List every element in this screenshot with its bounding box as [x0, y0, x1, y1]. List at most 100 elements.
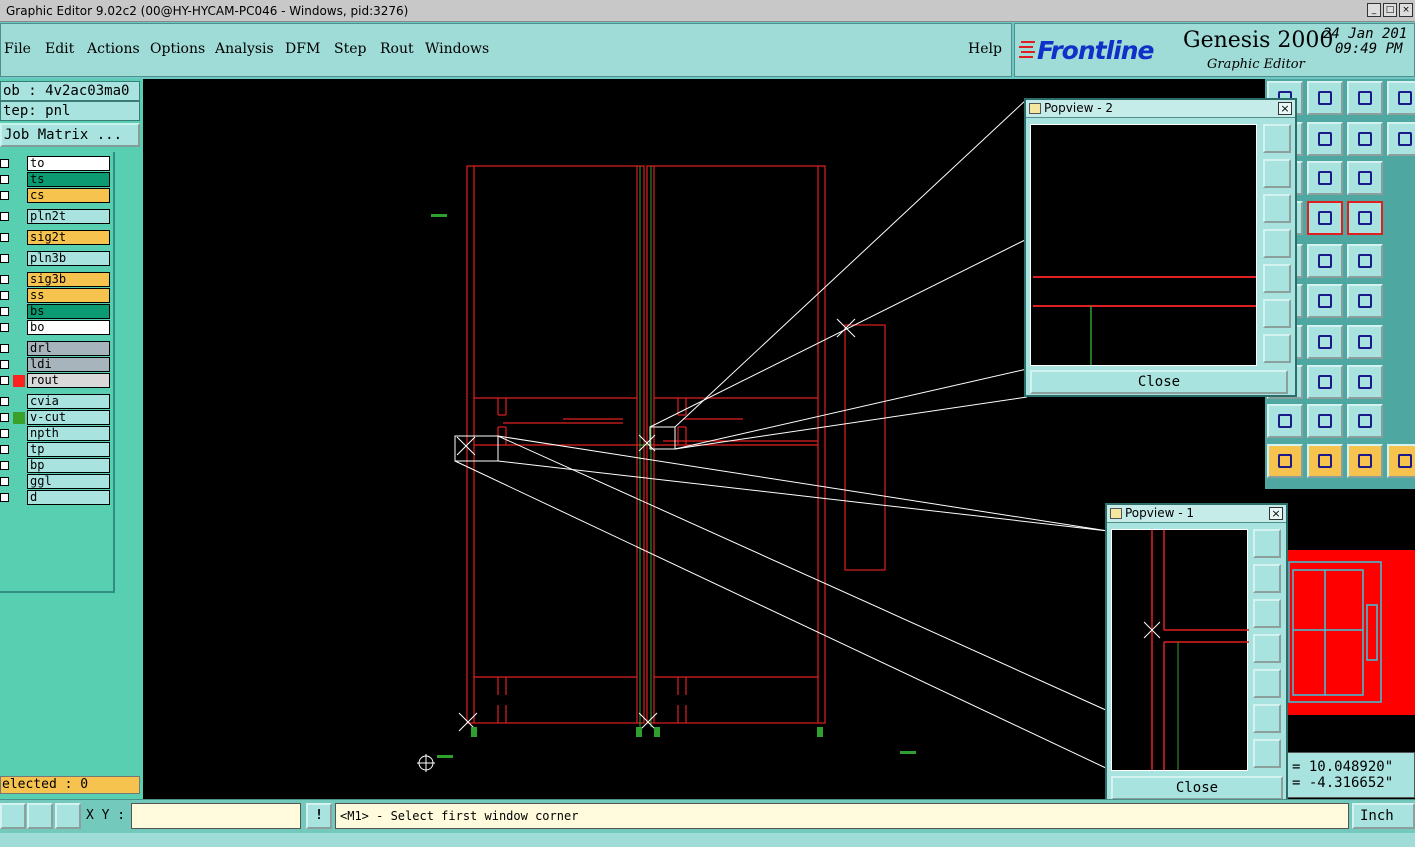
measure-icon[interactable] [27, 803, 53, 829]
layer-checkbox[interactable] [0, 493, 9, 502]
layer-row[interactable]: bo [0, 320, 112, 335]
layer-name[interactable]: d [27, 490, 110, 505]
layer-checkbox[interactable] [0, 429, 9, 438]
redo-icon[interactable] [1307, 122, 1343, 156]
layer-color-swatch[interactable] [13, 253, 25, 265]
ratio-icon[interactable] [1307, 161, 1343, 195]
triangle-3-icon[interactable] [1347, 404, 1383, 438]
layer-name[interactable]: cs [27, 188, 110, 203]
window-menu-icon[interactable] [1029, 103, 1041, 114]
layer-row[interactable]: bs [0, 304, 112, 319]
layer-checkbox[interactable] [0, 344, 9, 353]
layer-checkbox[interactable] [0, 307, 9, 316]
menu-step[interactable]: Step [334, 41, 366, 57]
popview-2-screen[interactable] [1030, 124, 1257, 366]
layer-color-swatch[interactable] [13, 343, 25, 355]
popview-1-window[interactable]: Popview - 1 × Close [1105, 503, 1288, 802]
popview-2-zoom-pan-icon[interactable] [1263, 334, 1291, 363]
pointer-icon[interactable] [1267, 444, 1303, 478]
layer-row[interactable]: tp [0, 442, 112, 457]
popview-2-zoom-left-icon[interactable] [1263, 229, 1291, 258]
menu-rout[interactable]: Rout [380, 41, 414, 57]
layer-name[interactable]: cvia [27, 394, 110, 409]
layer-row[interactable]: pln3b [0, 251, 112, 266]
layer-color-swatch[interactable] [13, 412, 25, 424]
menu-analysis[interactable]: Analysis [215, 41, 274, 57]
layer-row[interactable]: ggl [0, 474, 112, 489]
layer-row[interactable]: ss [0, 288, 112, 303]
job-matrix-button[interactable]: Job Matrix ... [0, 123, 140, 147]
layer-checkbox[interactable] [0, 323, 9, 332]
popview-1-close-button[interactable]: Close [1111, 776, 1283, 800]
ruler-icon[interactable] [1307, 244, 1343, 278]
popview-1-zoom-home-icon[interactable] [1253, 564, 1281, 593]
popview-1-zoom-in-icon[interactable] [1253, 529, 1281, 558]
layer-row[interactable]: sig2t [0, 230, 112, 245]
popview-2-title-bar[interactable]: Popview - 2 × [1026, 100, 1295, 118]
layer-row[interactable]: ldi [0, 357, 112, 372]
popview-2-window[interactable]: Popview - 2 × Close [1024, 98, 1297, 397]
layer-name[interactable]: bp [27, 458, 110, 473]
layer-row[interactable]: bp [0, 458, 112, 473]
minimize-icon[interactable]: _ [1367, 3, 1381, 17]
layer-name[interactable]: rout [27, 373, 110, 388]
line-endpoint-icon[interactable] [1307, 284, 1343, 318]
pointer-4-icon[interactable] [1387, 444, 1415, 478]
layer-name[interactable]: ss [27, 288, 110, 303]
layer-color-swatch[interactable] [13, 428, 25, 440]
triangle-icon[interactable] [1267, 404, 1303, 438]
close-icon[interactable]: × [1399, 3, 1413, 17]
layer-color-swatch[interactable] [13, 274, 25, 286]
help-icon[interactable] [1347, 161, 1383, 195]
xy-input[interactable] [131, 803, 301, 829]
home-icon[interactable] [1347, 81, 1383, 115]
popview-1-title-bar[interactable]: Popview - 1 × [1107, 505, 1286, 523]
popview-2-zoom-right-icon[interactable] [1263, 264, 1291, 293]
grid-snap-icon[interactable] [55, 803, 81, 829]
layer-checkbox[interactable] [0, 191, 9, 200]
layer-name[interactable]: bo [27, 320, 110, 335]
popview-1-close-icon[interactable]: × [1269, 507, 1283, 520]
layer-row[interactable]: cvia [0, 394, 112, 409]
menu-file[interactable]: File [4, 41, 31, 57]
layer-color-swatch[interactable] [13, 359, 25, 371]
layer-name[interactable]: tp [27, 442, 110, 457]
popview-1-zoom-pan-icon[interactable] [1253, 739, 1281, 768]
menu-help[interactable]: Help [968, 41, 1002, 57]
layer-name[interactable]: pln3b [27, 251, 110, 266]
layer-color-swatch[interactable] [13, 290, 25, 302]
window-menu-icon[interactable] [1110, 508, 1122, 519]
layer-color-swatch[interactable] [13, 211, 25, 223]
layer-row[interactable]: to [0, 156, 112, 171]
layer-row[interactable]: rout [0, 373, 112, 388]
popview-2-zoom-down-icon[interactable] [1263, 194, 1291, 223]
popview-1-zoom-right-icon[interactable] [1253, 669, 1281, 698]
layer-checkbox[interactable] [0, 275, 9, 284]
snapshot-icon[interactable] [1307, 81, 1343, 115]
layer-color-swatch[interactable] [13, 158, 25, 170]
layer-row[interactable]: d [0, 490, 112, 505]
layer-checkbox[interactable] [0, 413, 9, 422]
layer-color-swatch[interactable] [13, 444, 25, 456]
layer-name[interactable]: ts [27, 172, 110, 187]
layer-row[interactable]: v-cut [0, 410, 112, 425]
layer-name[interactable]: bs [27, 304, 110, 319]
layer-name[interactable]: to [27, 156, 110, 171]
layer-row[interactable]: sig3b [0, 272, 112, 287]
popview-2-close-button[interactable]: Close [1030, 370, 1288, 394]
layer-color-swatch[interactable] [13, 476, 25, 488]
transform-icon[interactable] [1307, 365, 1343, 399]
layer-checkbox[interactable] [0, 212, 9, 221]
menu-options[interactable]: Options [150, 41, 205, 57]
zoom-area-icon[interactable] [0, 803, 26, 829]
swap-icon[interactable] [1347, 122, 1383, 156]
layer-color-swatch[interactable] [13, 232, 25, 244]
overview-map[interactable] [1285, 550, 1415, 715]
pointer-2-icon[interactable] [1307, 444, 1343, 478]
layer-checkbox[interactable] [0, 175, 9, 184]
maximize-icon[interactable]: □ [1383, 3, 1397, 17]
layer-checkbox[interactable] [0, 291, 9, 300]
layer-color-swatch[interactable] [13, 174, 25, 186]
popview-1-zoom-fit-icon[interactable] [1253, 704, 1281, 733]
pads-alt-icon[interactable] [1347, 201, 1383, 235]
